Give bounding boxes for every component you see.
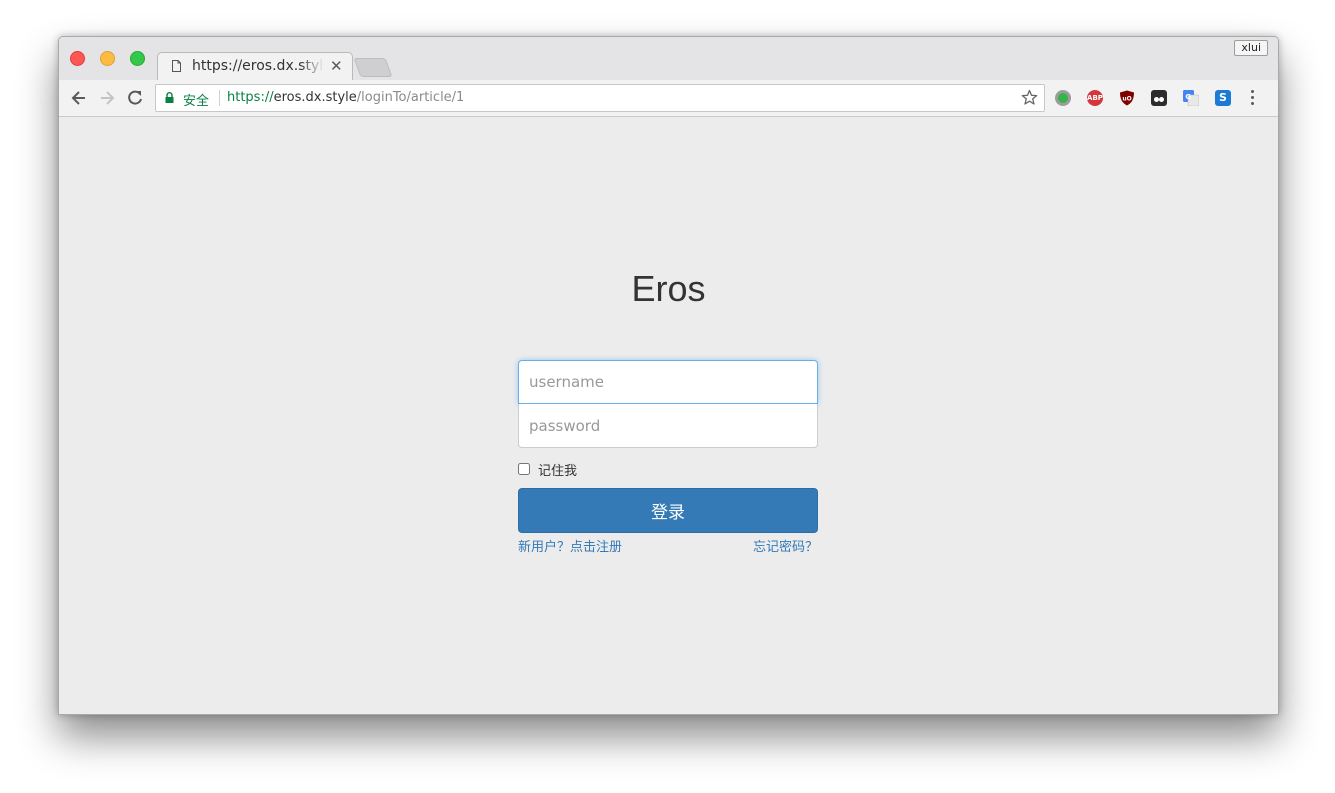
url-path: /loginTo/article/1	[356, 90, 465, 105]
tab-close-icon[interactable]: ✕	[330, 57, 343, 75]
remember-me-label: 记住我	[538, 463, 578, 479]
address-bar[interactable]: 安全 https://eros.dx.style/loginTo/article…	[155, 84, 1045, 112]
window-minimize-button[interactable]	[100, 51, 115, 66]
omnibox-divider	[219, 90, 220, 106]
remember-me-checkbox[interactable]	[518, 463, 530, 475]
register-link[interactable]: 新用户？点击注册	[518, 536, 622, 555]
forgot-password-link[interactable]: 忘记密码？	[753, 536, 818, 555]
url-text[interactable]: https://eros.dx.style/loginTo/article/1	[227, 90, 464, 105]
page-title: Eros	[631, 268, 706, 309]
browser-toolbar: 安全 https://eros.dx.style/loginTo/article…	[59, 80, 1278, 117]
login-button[interactable]: 登录	[518, 488, 818, 533]
tab-title: https://eros.dx.style	[192, 58, 324, 74]
remember-me[interactable]: 记住我	[518, 460, 578, 479]
window-close-button[interactable]	[70, 51, 85, 66]
tab-active[interactable]: https://eros.dx.style ✕	[157, 52, 353, 81]
extension-s-icon[interactable]: S	[1215, 90, 1231, 106]
secure-label: 安全	[183, 94, 210, 109]
extension-status-icon[interactable]	[1055, 90, 1071, 106]
url-host: eros.dx.style	[273, 90, 357, 105]
document-icon	[172, 60, 181, 72]
google-translate-icon[interactable]: G	[1183, 90, 1199, 106]
ublock-origin-icon[interactable]: uO	[1119, 90, 1135, 106]
tab-strip: https://eros.dx.style ✕ xlui	[59, 37, 1278, 81]
username-input[interactable]	[518, 360, 818, 404]
profile-button[interactable]: xlui	[1234, 40, 1268, 56]
bookmark-star-icon[interactable]	[1021, 89, 1038, 106]
new-tab-button[interactable]	[353, 58, 393, 77]
tampermonkey-icon[interactable]	[1151, 90, 1167, 106]
browser-window: https://eros.dx.style ✕ xlui 安全 https://…	[58, 36, 1279, 715]
browser-menu-icon[interactable]	[1251, 90, 1255, 106]
svg-text:G: G	[1185, 93, 1191, 101]
window-maximize-button[interactable]	[130, 51, 145, 66]
login-form: 记住我 登录 新用户？点击注册 忘记密码？	[518, 360, 818, 555]
password-input[interactable]	[518, 404, 818, 448]
svg-text:uO: uO	[1122, 96, 1131, 103]
url-scheme: https://	[227, 90, 274, 105]
adblock-plus-icon[interactable]: ABP	[1087, 90, 1103, 106]
lock-icon	[165, 92, 174, 103]
reload-icon[interactable]	[125, 88, 145, 108]
back-icon[interactable]	[69, 88, 89, 108]
page-content: Eros 记住我 登录 新用户？点击注册 忘记密码？	[59, 117, 1278, 714]
forward-icon[interactable]	[97, 88, 117, 108]
